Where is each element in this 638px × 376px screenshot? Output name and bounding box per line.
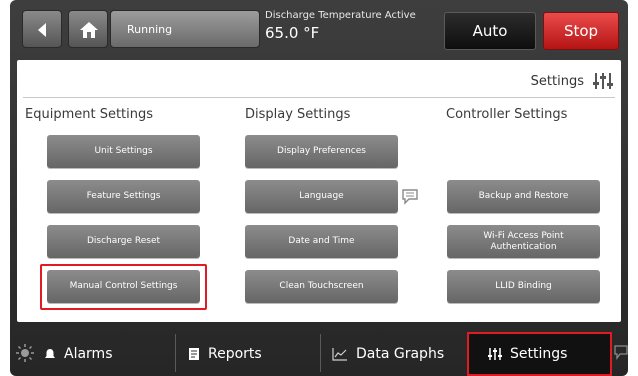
status-indicator[interactable]: Running [110, 10, 260, 48]
tab-reports[interactable]: Reports [188, 340, 262, 368]
stop-button[interactable]: Stop [543, 12, 619, 50]
controller-settings-heading: Controller Settings [446, 107, 568, 122]
auto-button[interactable]: Auto [444, 12, 536, 50]
back-arrow-icon [38, 23, 46, 37]
chat-bubble-icon[interactable] [401, 188, 419, 205]
bottom-tab-bar: Alarms Reports Data Graphs Settings [10, 330, 628, 376]
report-icon [189, 348, 199, 360]
chat-bubble-icon[interactable] [614, 344, 628, 360]
unit-settings-button[interactable]: Unit Settings [47, 135, 200, 168]
tab-alarms[interactable]: Alarms [44, 340, 113, 368]
manual-control-settings-button[interactable]: Manual Control Settings [47, 270, 200, 303]
settings-sliders-icon [593, 73, 613, 89]
line-graph-icon [332, 348, 347, 361]
tab-data-graphs[interactable]: Data Graphs [332, 340, 444, 368]
tab-separator [175, 334, 176, 372]
discharge-reset-button[interactable]: Discharge Reset [47, 225, 200, 258]
back-button[interactable] [22, 10, 62, 48]
equipment-settings-heading: Equipment Settings [25, 107, 154, 122]
status-text: Running [127, 23, 173, 36]
controller-screen: Running Discharge Temperature Active 65.… [10, 0, 628, 376]
date-and-time-button[interactable]: Date and Time [245, 225, 398, 258]
discharge-temperature-value: 65.0 °F [265, 24, 320, 42]
display-settings-heading: Display Settings [245, 107, 351, 122]
tab-settings-label: Settings [510, 346, 568, 362]
tab-reports-label: Reports [208, 346, 262, 362]
clean-touchscreen-button[interactable]: Clean Touchscreen [245, 270, 398, 303]
feature-settings-button[interactable]: Feature Settings [47, 180, 200, 213]
wifi-access-point-authentication-button[interactable]: Wi-Fi Access Point Authentication [447, 225, 600, 258]
tab-settings[interactable]: Settings [488, 340, 567, 368]
home-button[interactable] [68, 10, 108, 48]
brightness-icon[interactable] [16, 344, 34, 362]
backup-and-restore-button[interactable]: Backup and Restore [447, 180, 600, 213]
discharge-temperature-label: Discharge Temperature Active [265, 10, 416, 21]
display-preferences-button[interactable]: Display Preferences [245, 135, 398, 168]
page-title: Settings [530, 73, 584, 89]
llid-binding-button[interactable]: LLID Binding [447, 270, 600, 303]
tab-separator [320, 334, 321, 372]
header-divider [23, 97, 615, 98]
home-icon [80, 22, 98, 38]
page-header: Settings [531, 68, 613, 94]
settings-sliders-icon [488, 348, 502, 360]
language-button[interactable]: Language [245, 180, 398, 213]
settings-panel: Settings Equipment Settings Display Sett… [17, 60, 621, 322]
bell-icon [45, 349, 55, 358]
tab-alarms-label: Alarms [64, 346, 113, 362]
tab-data-graphs-label: Data Graphs [356, 346, 445, 362]
